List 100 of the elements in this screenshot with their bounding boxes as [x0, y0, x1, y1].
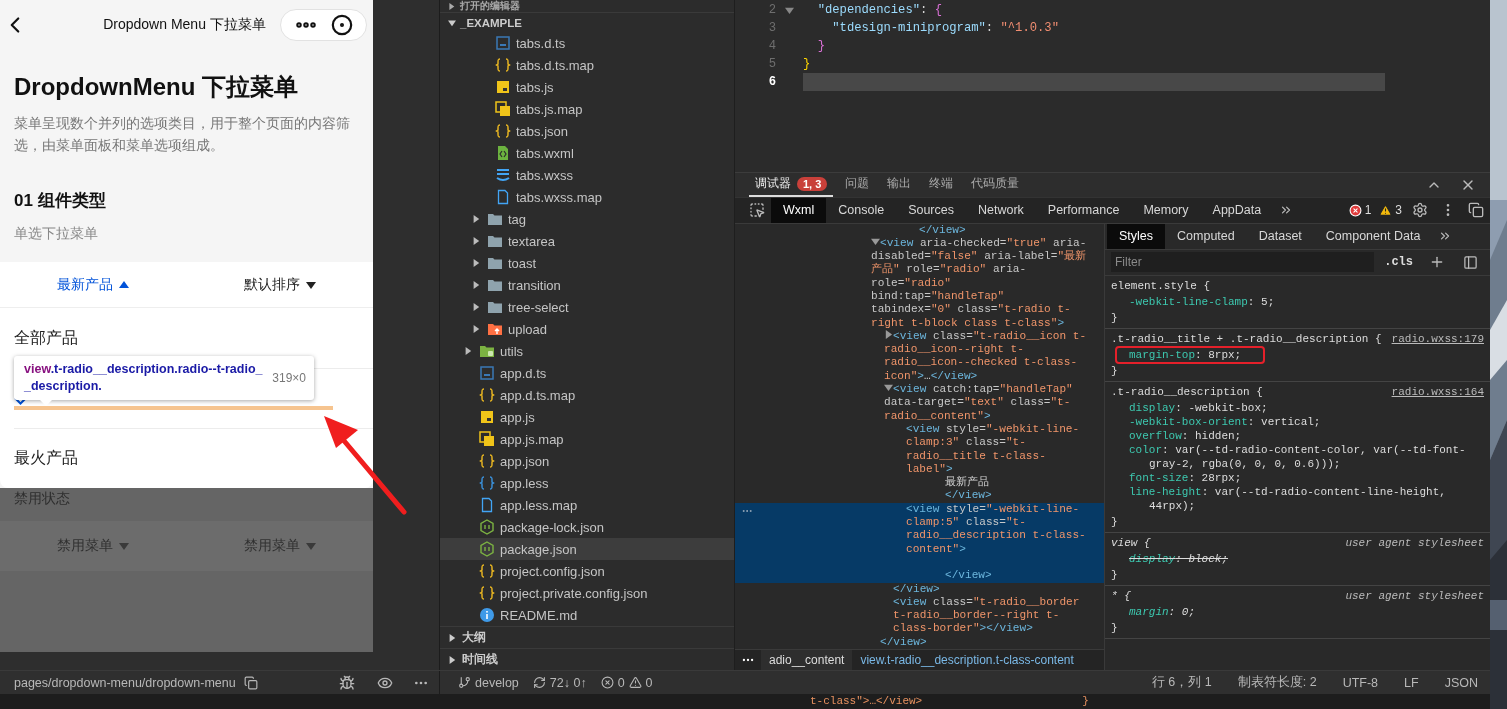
status-item[interactable]: 行 6，列 1 — [1151, 674, 1212, 691]
file-item[interactable]: app.json — [440, 450, 734, 472]
cls-button[interactable]: .cls — [1380, 255, 1417, 269]
folder-item[interactable]: textarea — [440, 230, 734, 252]
file-item[interactable]: app.d.ts — [440, 362, 734, 384]
dom-line[interactable]: <view class="t-radio__border t-radio__border--right t-class-border"></view> — [735, 595, 1104, 636]
file-item[interactable]: project.config.json — [440, 560, 734, 582]
file-item[interactable]: tabs.wxss — [440, 164, 734, 186]
tool-tab[interactable]: Network — [966, 197, 1036, 223]
styles-tab[interactable]: Computed — [1165, 223, 1247, 249]
target-icon[interactable] — [331, 14, 354, 36]
file-item[interactable]: tabs.js.map — [440, 98, 734, 120]
dom-line[interactable]: <view style="-webkit-line-clamp:3" class="t-radio__title t-class-label"> — [735, 422, 1104, 477]
tool-tab[interactable]: Memory — [1131, 197, 1201, 223]
dom-line[interactable]: </view> — [735, 489, 1104, 503]
folder-item[interactable]: transition — [440, 274, 734, 296]
tool-tab[interactable]: Performance — [1035, 197, 1132, 223]
tool-tab[interactable]: Console — [826, 197, 897, 223]
panel-tab[interactable]: 终端 — [923, 172, 960, 197]
breadcrumb[interactable]: view.t-radio__description.t-class-content — [852, 649, 1082, 671]
styles-tab[interactable]: Dataset — [1246, 223, 1314, 249]
dom-line[interactable]: <view class="t-radio__icon t-radio__icon--right t-radio__icon--checked t-class-icon">…</view> — [735, 329, 1104, 384]
stacked-squares-icon — [479, 431, 495, 447]
breadcrumb[interactable]: adio__content — [761, 649, 853, 671]
status-item[interactable]: UTF-8 — [1342, 675, 1379, 690]
panel-tab[interactable]: 代码质量 — [965, 172, 1026, 197]
stacked-squares-icon — [495, 101, 511, 117]
dom-line[interactable]: </view> — [735, 223, 1104, 237]
dom-line[interactable]: </view> — [735, 635, 1104, 649]
error-count[interactable]: 1 — [1344, 197, 1376, 223]
file-item[interactable]: app.js.map — [440, 428, 734, 450]
file-item[interactable]: app.d.ts.map — [440, 384, 734, 406]
file-item[interactable]: tabs.d.ts — [440, 32, 734, 54]
source-link[interactable]: radio.wxss:164 — [1391, 384, 1484, 399]
tool-tab[interactable]: Wxml — [771, 197, 827, 223]
file-item[interactable]: project.private.config.json — [440, 582, 734, 604]
file-item[interactable]: tabs.js — [440, 76, 734, 98]
panel-tab[interactable]: 问题 — [839, 172, 876, 197]
capsule-button[interactable] — [280, 9, 367, 41]
file-item[interactable]: tabs.wxml — [440, 142, 734, 164]
panel-tab[interactable]: 输出 — [881, 172, 918, 197]
warning-icon — [1379, 203, 1393, 217]
sync-status[interactable]: 72↓ 0↑ — [532, 675, 587, 690]
dom-line[interactable]: </view> — [735, 582, 1104, 596]
style-declaration[interactable]: margin-top: 8rpx; — [1111, 347, 1484, 362]
folder-item[interactable]: upload — [440, 318, 734, 340]
file-item[interactable]: app.less — [440, 472, 734, 494]
style-declaration[interactable]: display: -webkit-box; — [1111, 400, 1484, 415]
folder-item[interactable]: tree-select — [440, 296, 734, 318]
problems-status[interactable]: 0 0 — [600, 675, 653, 690]
status-item[interactable]: LF — [1404, 675, 1419, 690]
style-declaration[interactable]: font-size: 28rpx; — [1111, 470, 1484, 485]
rule-brace: } — [1111, 310, 1119, 325]
dropdown-menu-item[interactable]: 默认排序 — [186, 262, 373, 307]
dom-line[interactable]: <view catch:tap="handleTap" data-target="text" class="t-radio__content"> — [735, 383, 1104, 423]
style-declaration[interactable]: display: block; — [1111, 551, 1484, 566]
warning-count[interactable]: 3 — [1375, 197, 1406, 223]
folder-item[interactable]: toast — [440, 252, 734, 274]
file-item[interactable]: tabs.d.ts.map — [440, 54, 734, 76]
tool-tab[interactable]: Sources — [896, 197, 966, 223]
inspect-icon[interactable] — [749, 202, 765, 218]
styles-tab[interactable]: Styles — [1107, 223, 1166, 249]
style-declaration[interactable]: margin: 0; — [1111, 604, 1484, 619]
style-declaration[interactable]: -webkit-box-orient: vertical; — [1111, 414, 1484, 429]
folder-header[interactable]: _EXAMPLE — [440, 12, 734, 32]
filter-field[interactable]: Filter — [1111, 252, 1375, 272]
file-item[interactable]: tabs.json — [440, 120, 734, 142]
panel-icon[interactable] — [1463, 254, 1478, 270]
windows-icon[interactable] — [1468, 202, 1484, 218]
bug-icon[interactable] — [339, 674, 355, 691]
branch-status[interactable]: develop — [458, 675, 519, 690]
tool-tab[interactable]: AppData — [1200, 197, 1274, 223]
style-declaration[interactable]: -webkit-line-clamp: 5; — [1111, 294, 1484, 309]
file-item[interactable]: tabs.wxss.map — [440, 186, 734, 208]
square-file-icon — [495, 79, 511, 95]
folder-icon — [487, 321, 503, 337]
styles-tab[interactable]: Component Data — [1313, 223, 1433, 249]
file-item[interactable]: app.less.map — [440, 494, 734, 516]
style-declaration[interactable]: color: var(--td-radio-content-color, var(--td-font-gray-2, rgba(0, 0, 0, 0.6))); — [1111, 442, 1484, 471]
file-item[interactable]: app.js — [440, 406, 734, 428]
info-icon — [479, 607, 495, 623]
folder-item[interactable]: utils — [440, 340, 734, 362]
file-item[interactable]: README.md — [440, 604, 734, 626]
source-link[interactable]: radio.wxss:179 — [1391, 331, 1484, 346]
settings-icon[interactable] — [1412, 202, 1428, 218]
copy-icon[interactable] — [243, 675, 258, 690]
braces-icon — [495, 57, 511, 73]
dropdown-menu-item[interactable]: 最新产品 — [0, 262, 187, 307]
folder-item[interactable]: tag — [440, 208, 734, 230]
file-item[interactable]: package.json — [440, 538, 734, 560]
status-item[interactable]: JSON — [1444, 675, 1478, 690]
dom-line[interactable]: <view aria-checked="true" aria-disabled="false" aria-label="最新产品" role="radio" aria-role="radio" bind:tap="handleTap" tabindex="0" class="t-radio t-right t-block class t-class"> — [735, 236, 1104, 330]
style-declaration[interactable]: overflow: hidden; — [1111, 428, 1484, 443]
plus-icon[interactable] — [1429, 254, 1445, 270]
file-item[interactable]: package-lock.json — [440, 516, 734, 538]
section-header[interactable]: 大纲 — [440, 626, 734, 648]
section-header[interactable]: 打开的编辑器 — [440, 0, 734, 12]
status-item[interactable]: 制表符长度: 2 — [1237, 674, 1317, 691]
style-declaration[interactable]: line-height: var(--td-radio-content-line-height, 44rpx); — [1111, 484, 1484, 513]
code-line: "dependencies": { — [816, 2, 943, 19]
